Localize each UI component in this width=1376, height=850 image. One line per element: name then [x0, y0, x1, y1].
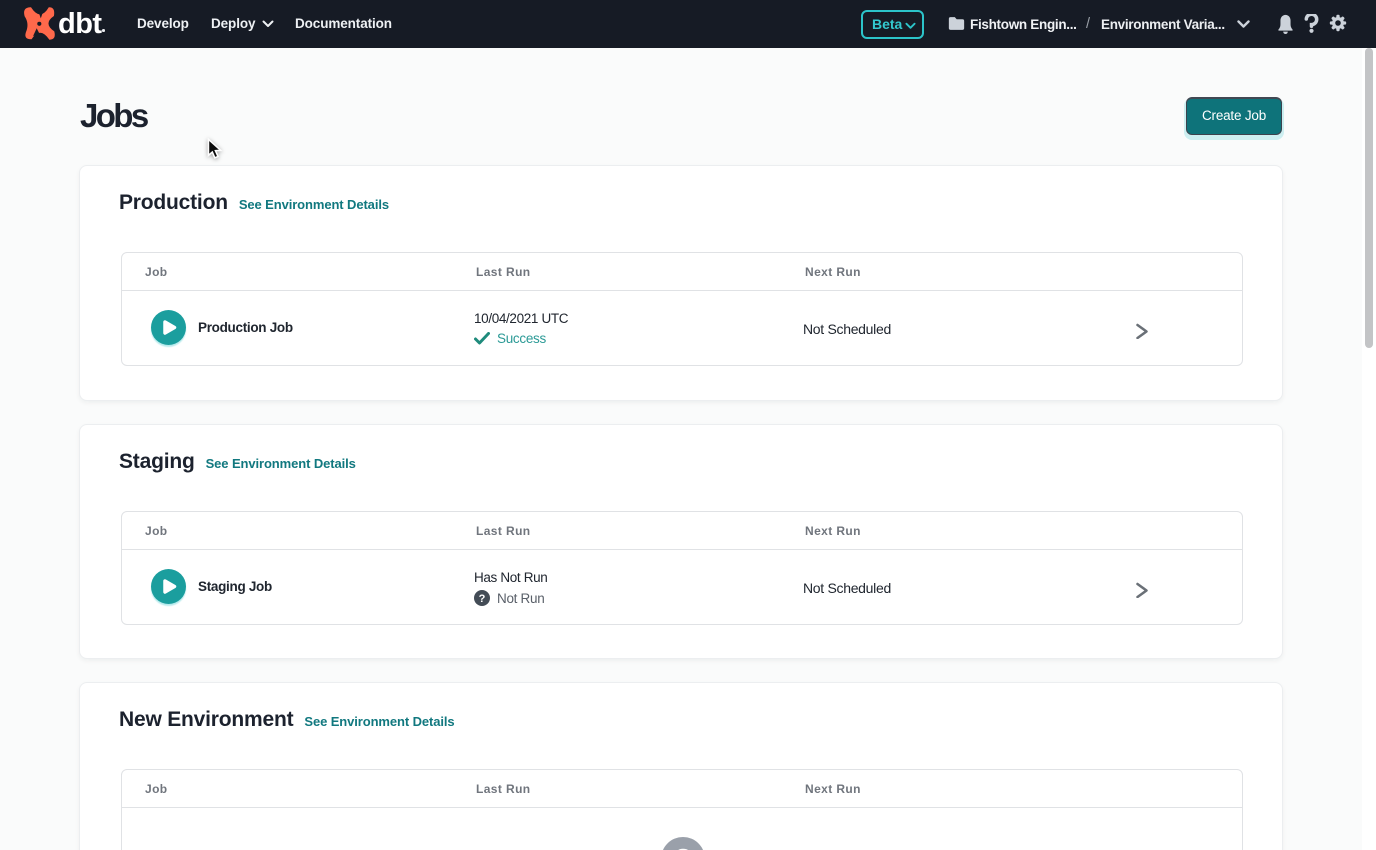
svg-text:?: ? [674, 844, 692, 850]
svg-text:?: ? [479, 593, 486, 605]
